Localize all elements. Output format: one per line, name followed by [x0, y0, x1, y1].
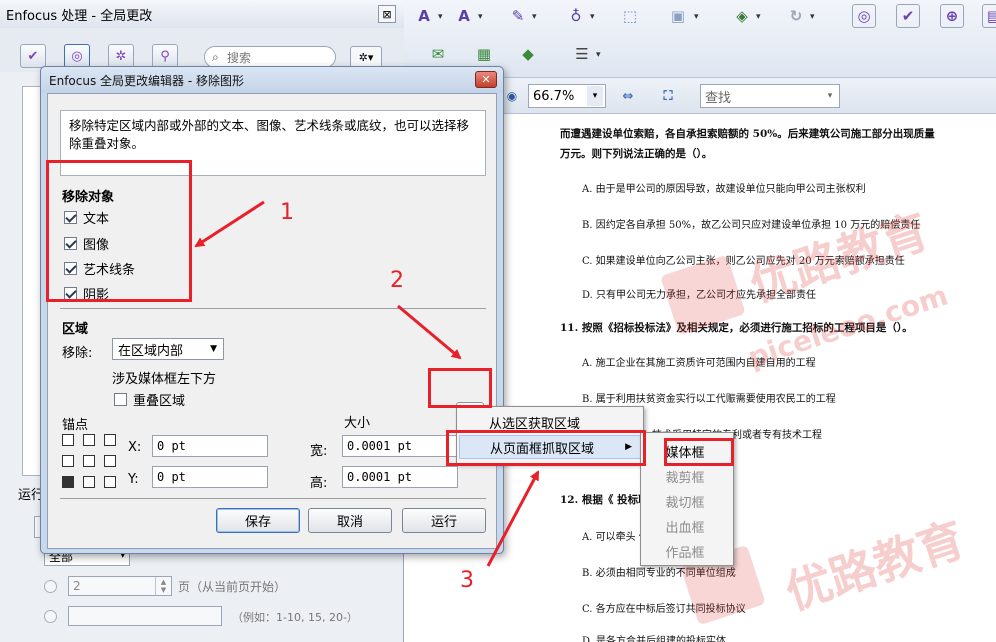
annotation-arrow-2 — [397, 304, 462, 360]
annotation-label-3: 3 — [460, 568, 474, 593]
annotation-label-2: 2 — [390, 268, 404, 293]
annotation-label-1: 1 — [280, 200, 294, 225]
annotation-arrows — [194, 200, 540, 567]
annotation-arrow-3 — [486, 470, 540, 567]
annotation-arrow-1 — [194, 200, 265, 248]
